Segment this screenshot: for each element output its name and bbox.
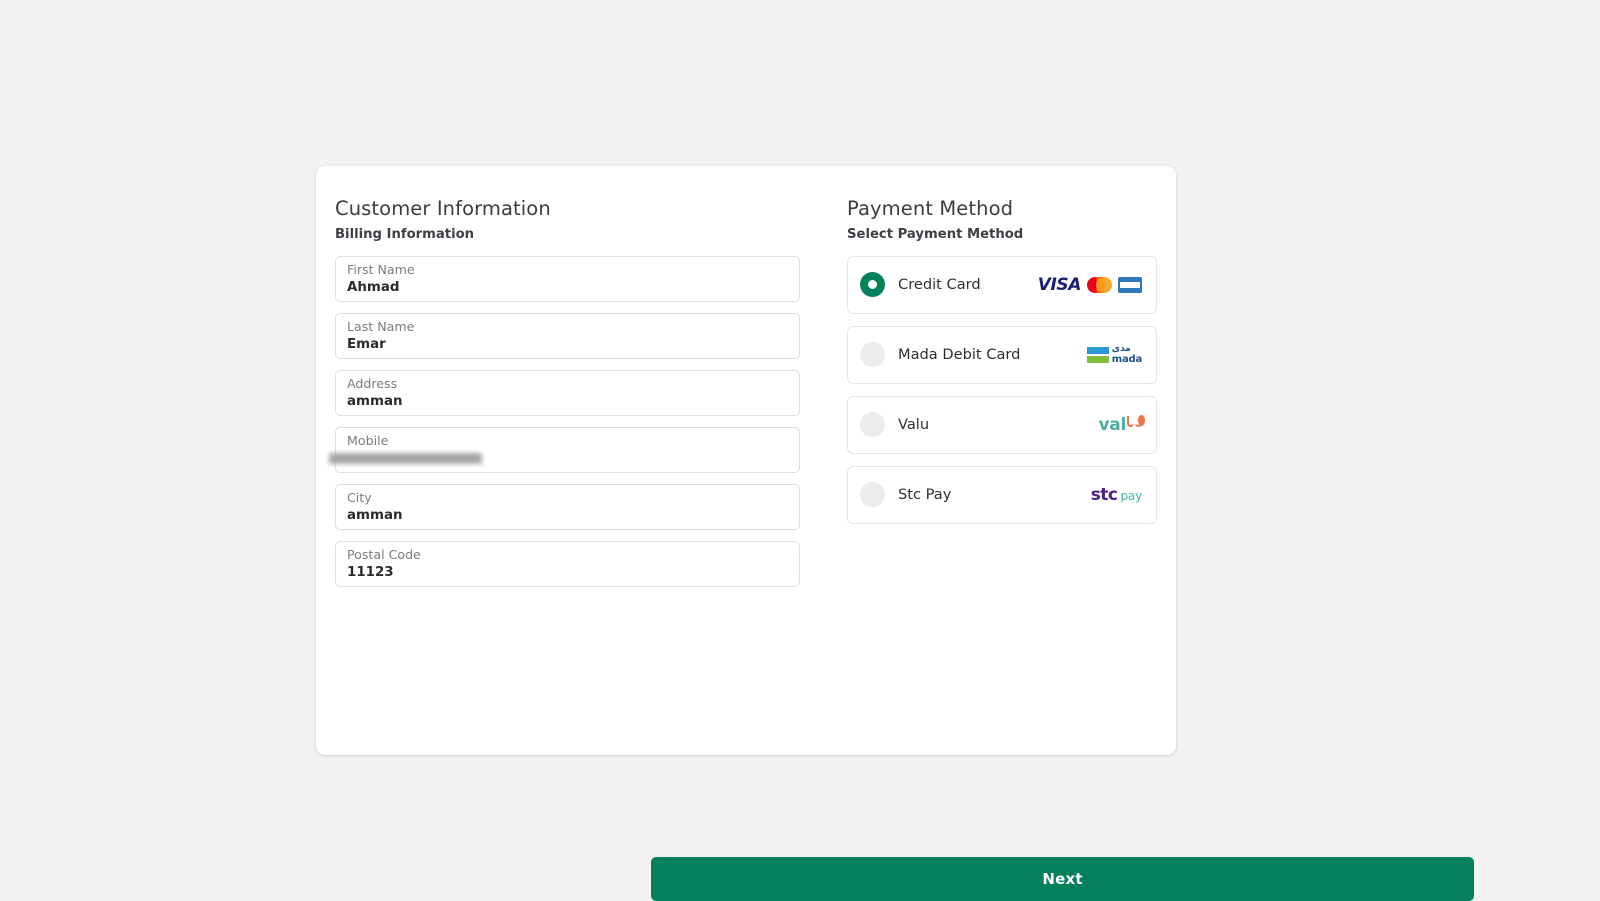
mada-bars: [1086, 346, 1109, 363]
payment-method-title: Payment Method: [847, 197, 1014, 220]
payment-option-label: Stc Pay: [898, 486, 952, 504]
billing-fields-list: First Name Ahmad Last Name Emar Address amman…: [329, 255, 847, 587]
field-label: First Name: [347, 261, 415, 277]
field-address[interactable]: Address amman: [335, 369, 800, 416]
radio-unselected-icon[interactable]: [860, 412, 885, 438]
payment-option-logos: مدى mada: [1086, 343, 1142, 365]
field-label: Postal Code: [347, 546, 421, 562]
mada-logo: مدى mada: [1086, 343, 1142, 365]
field-label: Mobile: [347, 432, 389, 448]
redaction-bar: [329, 452, 482, 464]
field-last-name[interactable]: Last Name Emar: [335, 312, 800, 359]
select-payment-method-label: Select Payment Method: [847, 227, 1024, 243]
radio-unselected-icon[interactable]: [860, 482, 885, 508]
checkout-page: Customer Information Billing Information…: [0, 0, 1600, 901]
payment-option-mada-debit-card[interactable]: Mada Debit Card مدى mada: [847, 325, 1157, 384]
field-mobile[interactable]: Mobile: [329, 426, 800, 473]
page-title: Customer Information: [335, 197, 551, 220]
payment-option-logos: VISA: [1038, 275, 1142, 295]
payment-method-panel: Payment Method Select Payment Method Cre…: [847, 196, 1157, 598]
field-city[interactable]: City amman: [335, 483, 800, 530]
field-value: amman: [347, 393, 403, 409]
payment-option-logos: stc pay: [1090, 484, 1143, 505]
billing-information-label: Billing Information: [335, 227, 475, 243]
payment-option-label: Credit Card: [898, 276, 981, 294]
field-label: Address: [347, 375, 398, 391]
radio-unselected-icon[interactable]: [860, 342, 885, 368]
payment-option-credit-card[interactable]: Credit Card VISA: [847, 255, 1157, 314]
stc-text: stc: [1090, 484, 1118, 505]
payment-option-label: Valu: [898, 416, 930, 434]
field-postal-code[interactable]: Postal Code 11123: [335, 540, 800, 587]
checkout-card: Customer Information Billing Information…: [316, 166, 1474, 901]
customer-information-panel: Customer Information Billing Information…: [329, 196, 847, 598]
field-value: 11123: [347, 564, 394, 580]
field-label: Last Name: [347, 318, 415, 334]
field-value: amman: [347, 507, 403, 523]
payment-option-label: Mada Debit Card: [898, 346, 1021, 364]
payment-options-list: Credit Card VISA Mada Debit Card مدى mada Val…: [847, 255, 1157, 524]
payment-option-valu[interactable]: Valu val: [847, 395, 1157, 454]
field-first-name[interactable]: First Name Ahmad: [335, 255, 800, 302]
stc-pay-text: pay: [1120, 488, 1143, 503]
payment-option-stc-pay[interactable]: Stc Pay stc pay: [847, 465, 1157, 524]
payment-option-logos: val: [1098, 414, 1145, 435]
valu-heart-icon: [1127, 414, 1145, 430]
valu-logo: val: [1098, 414, 1145, 435]
visa-logo: VISA: [1037, 274, 1082, 295]
field-label: City: [347, 489, 372, 505]
amex-logo: [1118, 276, 1142, 293]
stcpay-logo: stc pay: [1090, 484, 1143, 505]
field-value: Ahmad: [347, 279, 400, 295]
valu-text: val: [1098, 414, 1127, 435]
card-body: Customer Information Billing Information…: [316, 166, 1176, 598]
mada-text: مدى mada: [1111, 343, 1142, 365]
mastercard-logo: [1087, 276, 1112, 293]
next-button[interactable]: Next: [651, 857, 1474, 901]
radio-selected-icon[interactable]: [860, 272, 885, 298]
field-value: Emar: [347, 336, 386, 352]
